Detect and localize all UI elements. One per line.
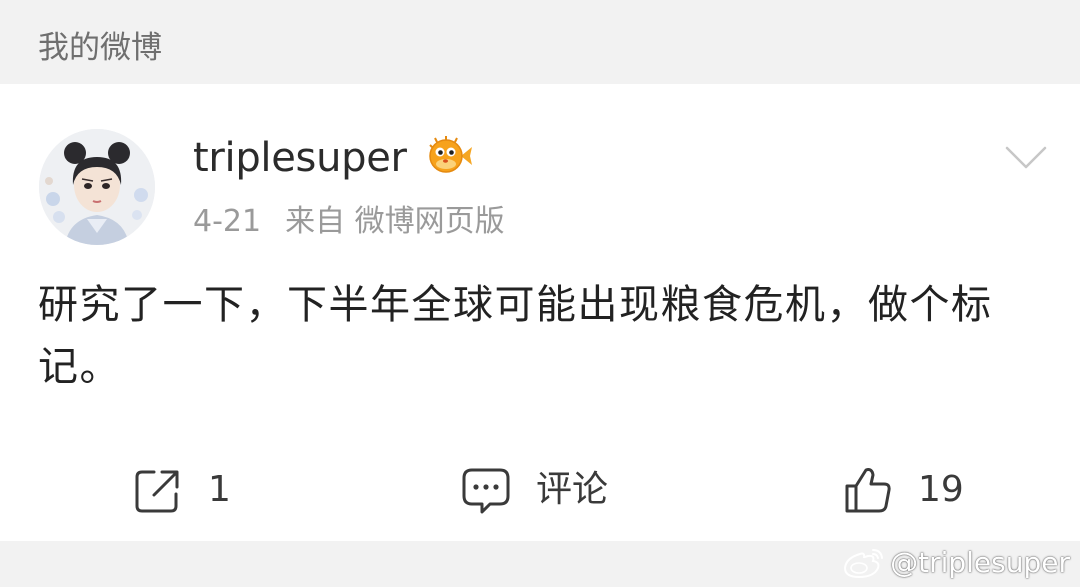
share-icon <box>135 470 179 513</box>
repost-count: 1 <box>208 469 231 510</box>
screen: 我的微博 triplesuper 4-21 来自 微博网页版 研究了一下，下半年… <box>0 0 1080 587</box>
top-header: 我的微博 <box>0 0 1080 84</box>
like-button[interactable]: 19 <box>842 462 964 518</box>
repost-button[interactable]: 1 <box>132 462 231 518</box>
avatar-image <box>39 129 155 245</box>
page-title: 我的微博 <box>38 30 162 66</box>
post-date: 4-21 <box>193 204 262 239</box>
post-meta: 4-21 来自 微博网页版 <box>193 200 505 244</box>
comment-label: 评论 <box>536 469 609 510</box>
post-card[interactable]: triplesuper 4-21 来自 微博网页版 研究了一下，下半年全球可能出… <box>0 84 1080 541</box>
avatar[interactable] <box>39 129 155 245</box>
weibo-logo-icon <box>844 549 884 579</box>
thumbs-up-icon <box>845 468 891 513</box>
post-source[interactable]: 来自 微博网页版 <box>285 204 505 239</box>
watermark: @triplesuper <box>842 545 1070 579</box>
comment-button[interactable]: 评论 <box>460 462 608 518</box>
chevron-down-icon[interactable] <box>1004 144 1048 172</box>
comment-icon <box>462 468 510 514</box>
username[interactable]: triplesuper <box>193 132 407 184</box>
post-content: 研究了一下，下半年全球可能出现粮食危机，做个标记。 <box>38 282 993 390</box>
watermark-text: @triplesuper <box>890 545 1070 579</box>
pufferfish-badge-icon <box>427 134 473 178</box>
like-count: 19 <box>918 469 964 510</box>
